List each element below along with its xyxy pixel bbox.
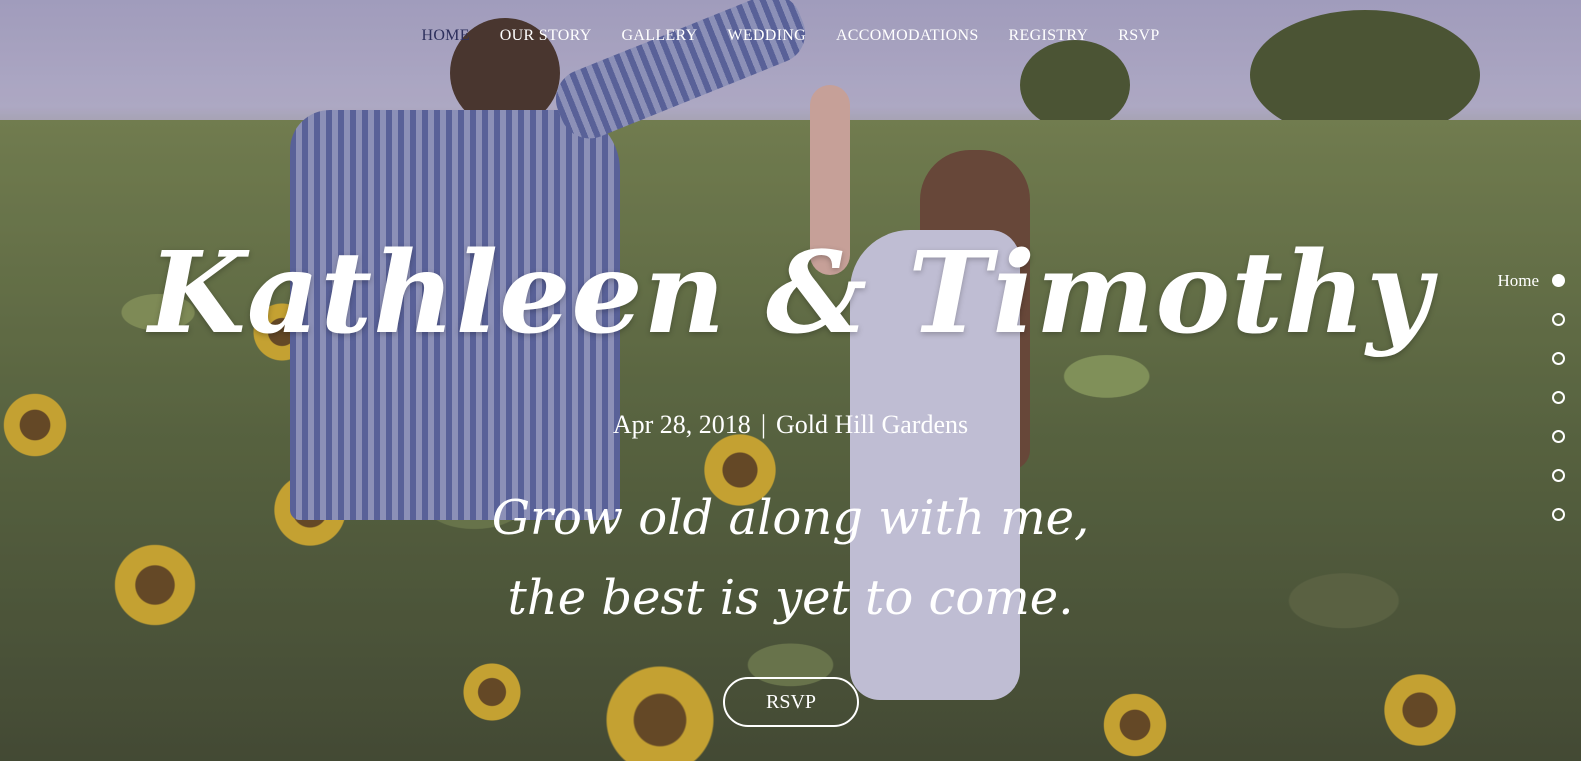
nav-accomodations[interactable]: ACCOMODATIONS bbox=[836, 27, 979, 45]
section-dot-2[interactable] bbox=[1552, 313, 1565, 326]
dot-active-label: Home bbox=[1497, 271, 1539, 290]
nav-our-story[interactable]: OUR STORY bbox=[500, 27, 592, 45]
photo-tint-overlay bbox=[0, 0, 1581, 761]
section-dot-home[interactable] bbox=[1552, 274, 1565, 287]
section-dot-4[interactable] bbox=[1552, 391, 1565, 404]
section-dot-7[interactable] bbox=[1552, 508, 1565, 521]
nav-wedding[interactable]: WEDDING bbox=[727, 27, 806, 45]
quote-line-1: Grow old along with me, bbox=[491, 490, 1090, 546]
hero-quote: Grow old along with me, the best is yet … bbox=[0, 478, 1581, 638]
section-dot-3[interactable] bbox=[1552, 352, 1565, 365]
hero-background-photo bbox=[0, 0, 1581, 761]
nav-gallery[interactable]: GALLERY bbox=[622, 27, 698, 45]
nav-rsvp[interactable]: RSVP bbox=[1118, 27, 1159, 45]
main-navigation: HOME OUR STORY GALLERY WEDDING ACCOMODAT… bbox=[0, 27, 1581, 45]
section-dot-navigation: Home bbox=[1465, 271, 1565, 545]
section-dot-6[interactable] bbox=[1552, 469, 1565, 482]
event-details: Apr 28, 2018 | Gold Hill Gardens bbox=[0, 410, 1581, 440]
quote-line-2: the best is yet to come. bbox=[507, 570, 1074, 626]
nav-registry[interactable]: REGISTRY bbox=[1009, 27, 1089, 45]
event-date: Apr 28, 2018 bbox=[612, 410, 751, 439]
couple-names-title: Kathleen & Timothy bbox=[148, 228, 1433, 359]
details-separator: | bbox=[760, 410, 767, 439]
event-venue: Gold Hill Gardens bbox=[776, 410, 969, 439]
nav-home[interactable]: HOME bbox=[421, 27, 469, 45]
section-dot-5[interactable] bbox=[1552, 430, 1565, 443]
rsvp-button[interactable]: RSVP bbox=[723, 677, 859, 727]
